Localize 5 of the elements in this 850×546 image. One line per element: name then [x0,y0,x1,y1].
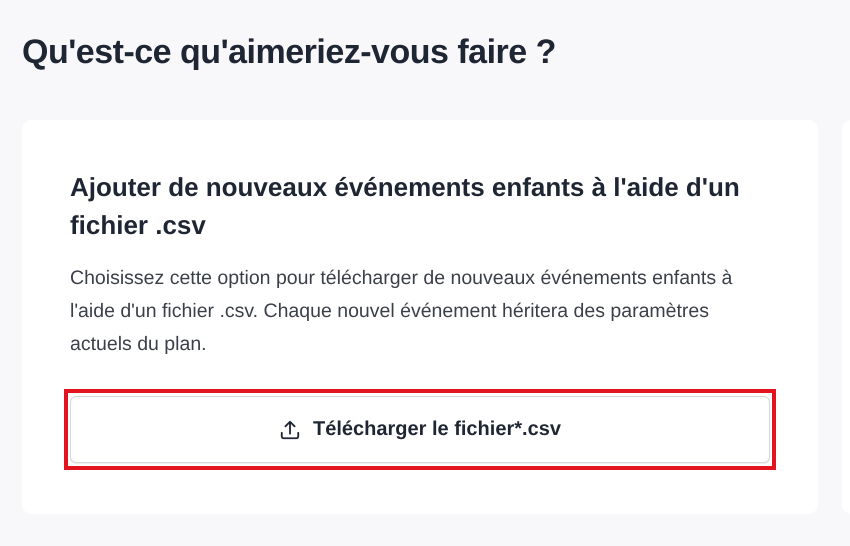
card-description: Choisissez cette option pour télécharger de nouveaux événements enfants à l'aide d'un fichier .csv. Chaque nouvel événement héritera des paramètres actuels du plan. [70,266,734,357]
card-title: Ajouter de nouveaux événements enfants à l'aide d'un fichier .csv [70,171,741,242]
page-heading: Qu'est-ce qu'aimeriez-vous faire ? [22,32,556,73]
upload-icon [279,418,302,440]
upload-button[interactable]: Télécharger le fichier*.csv [70,396,770,463]
